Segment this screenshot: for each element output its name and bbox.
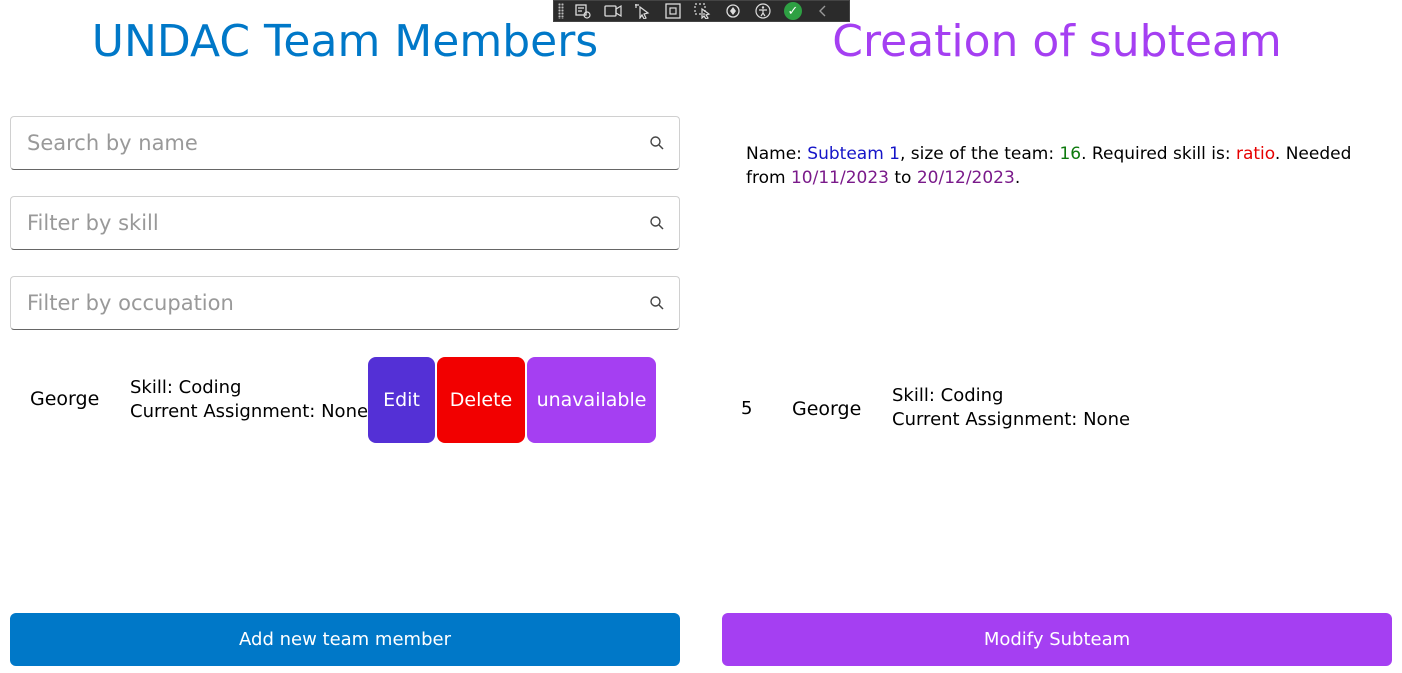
member-name: George (30, 388, 100, 410)
filter-skill-box[interactable] (10, 196, 680, 250)
app-window: ✓ UNDAC Team Members George Skill: Codin… (0, 0, 1402, 673)
member-assignment: Current Assignment: None (130, 401, 369, 422)
search-icon[interactable] (649, 135, 665, 151)
desc-size-label: , size of the team: (899, 144, 1060, 164)
subteam-member-name: George (792, 398, 862, 420)
search-name-box[interactable] (10, 116, 680, 170)
to-date: 20/12/2023 (916, 168, 1015, 188)
unavailable-button[interactable]: unavailable (527, 357, 656, 443)
subteam-member-info: Skill: Coding Current Assignment: None (892, 384, 1130, 432)
required-skill: ratio (1235, 144, 1275, 164)
subteam-name: Subteam 1 (807, 144, 900, 164)
subteam-member-index: 5 (741, 398, 753, 419)
search-name-input[interactable] (25, 130, 649, 156)
desc-end: . (1014, 168, 1021, 188)
member-skill: Skill: Coding (130, 377, 242, 398)
subteam-member-skill: Skill: Coding (892, 385, 1004, 406)
filter-skill-input[interactable] (25, 210, 649, 236)
subteam-member-assignment: Current Assignment: None (892, 409, 1131, 430)
desc-name-label: Name: (746, 144, 808, 164)
subteam-description: Name: Subteam 1, size of the team: 16. R… (746, 142, 1366, 190)
desc-skill-label: . Required skill is: (1081, 144, 1236, 164)
search-icon[interactable] (649, 295, 665, 311)
team-members-title: UNDAC Team Members (91, 16, 599, 67)
subteam-title: Creation of subteam (832, 16, 1282, 67)
modify-subteam-button[interactable]: Modify Subteam (722, 613, 1392, 666)
subteam-size: 16 (1059, 144, 1082, 164)
from-date: 10/11/2023 (790, 168, 889, 188)
filter-occupation-box[interactable] (10, 276, 680, 330)
delete-button[interactable]: Delete (437, 357, 525, 443)
add-team-member-button[interactable]: Add new team member (10, 613, 680, 666)
search-icon[interactable] (649, 215, 665, 231)
member-info: Skill: Coding Current Assignment: None (130, 376, 368, 424)
subteam-member-item[interactable]: 5 George Skill: Coding Current Assignmen… (722, 372, 1392, 444)
track-focus-icon[interactable] (692, 2, 714, 20)
member-list-item[interactable]: George Skill: Coding Current Assignment:… (10, 356, 680, 444)
filter-occupation-input[interactable] (25, 290, 649, 316)
desc-to-label: to (888, 168, 917, 188)
edit-button[interactable]: Edit (368, 357, 435, 443)
